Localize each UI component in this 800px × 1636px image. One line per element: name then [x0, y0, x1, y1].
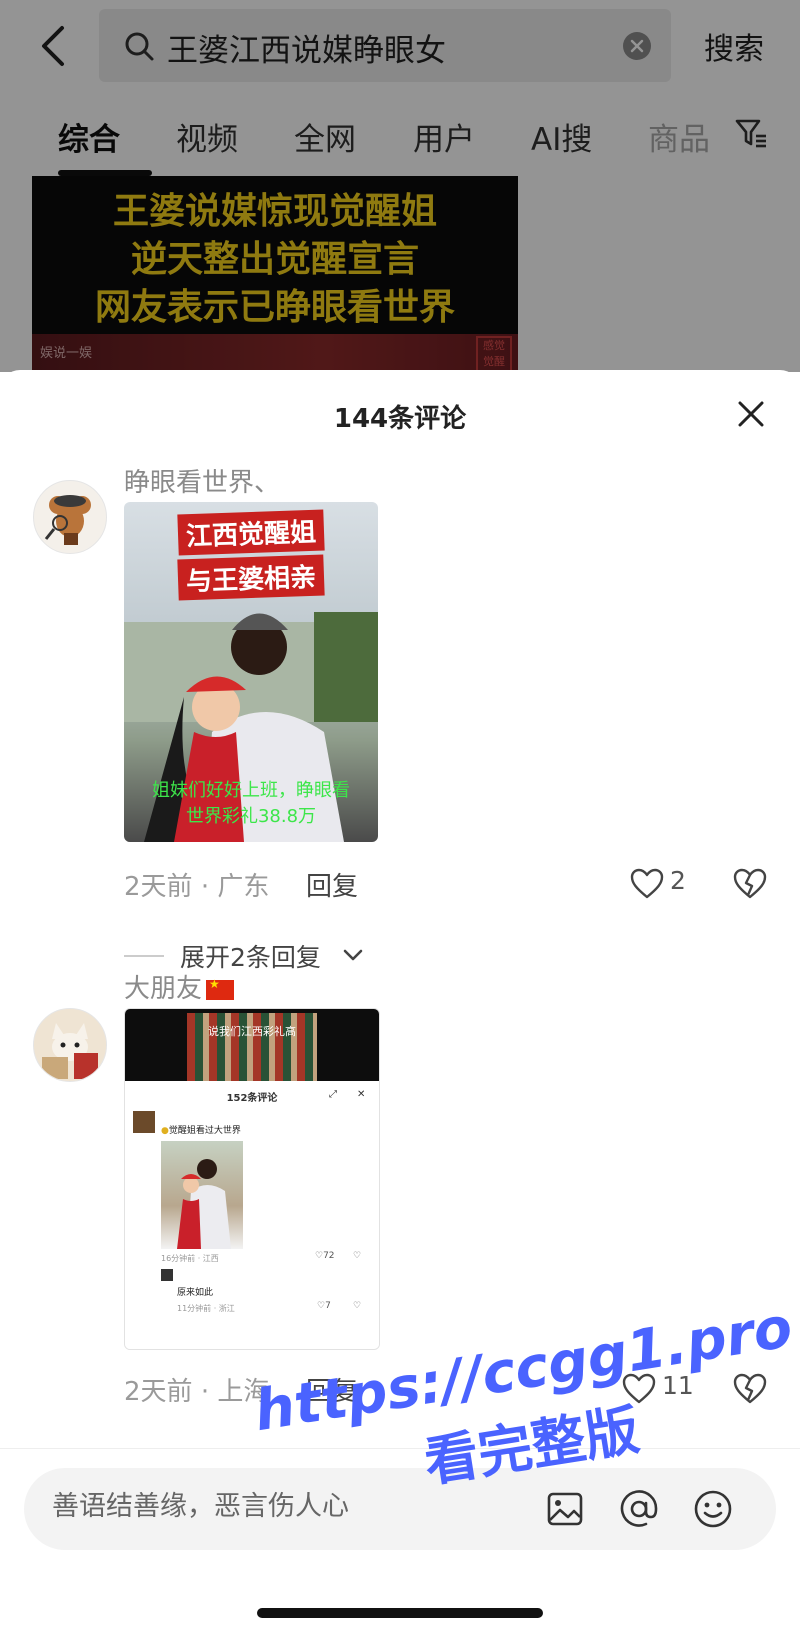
meta-separator: · — [200, 872, 218, 902]
screenshot-comment-text: ●觉醒姐看过大世界 — [161, 1123, 241, 1136]
comment-username-text: 大朋友 — [124, 974, 203, 1004]
comment-count-title: 144条评论 — [333, 404, 467, 434]
heart-icon — [630, 868, 664, 899]
close-icon[interactable] — [735, 398, 767, 430]
comment-image-caption-top: 江西觉醒姐 与王婆相亲 — [124, 509, 378, 601]
comment-meta: 2天前 · 广东 — [124, 866, 269, 903]
screenshot-couple-photo — [177, 1159, 231, 1249]
caption-line: 与王婆相亲 — [177, 554, 325, 601]
cat-avatar-image — [34, 1009, 106, 1081]
chevron-down-icon — [343, 949, 363, 961]
comment-username[interactable]: 大朋友 — [124, 968, 235, 1005]
meta-separator: · — [200, 1377, 218, 1407]
comment-time: 2天前 — [124, 872, 193, 902]
comment-image-caption-bottom: 姐妹们好好上班，睁眼看 世界彩礼38.8万 — [124, 778, 378, 830]
search-results-page: 王婆江西说媒睁眼女 搜索 综合 视频 全网 用户 AI搜 商品 王婆说媒惊现觉醒… — [0, 0, 800, 372]
caption-line: 世界彩礼38.8万 — [185, 806, 317, 827]
comment-time: 2天前 — [124, 1377, 193, 1407]
screenshot-reply-avatar — [161, 1269, 173, 1281]
screenshot-reply-dislike-icon: ♡ — [353, 1301, 362, 1311]
china-flag-icon — [206, 977, 235, 1000]
comment-image[interactable]: 说我们江西彩礼高 152条评论 ✕ ⤢ ●觉醒姐看过大世界 16分钟前 · 江西… — [124, 1008, 380, 1350]
smile-emoji-icon: ● — [161, 1126, 169, 1136]
screenshot-avatar — [133, 1111, 155, 1133]
overlay-dim[interactable] — [0, 0, 800, 372]
caption-line: 江西觉醒姐 — [177, 509, 325, 556]
avatar[interactable] — [33, 480, 107, 554]
screenshot-like-count: 72 — [323, 1251, 335, 1261]
avatar[interactable] — [33, 1008, 107, 1082]
reply-button[interactable]: 回复 — [306, 866, 358, 903]
dislike-button[interactable] — [733, 868, 767, 902]
screenshot-like: ♡72 — [315, 1251, 335, 1261]
like-count: 2 — [670, 866, 686, 895]
screenshot-video-banner: 说我们江西彩礼高 — [125, 1009, 379, 1081]
screenshot-reply-text: 原来如此 — [177, 1288, 214, 1298]
broken-heart-icon — [733, 868, 767, 899]
jerry-mouse-avatar-image — [44, 495, 91, 545]
screenshot-expand-icon: ⤢ — [329, 1089, 337, 1100]
comment-image[interactable]: 江西觉醒姐 与王婆相亲 姐妹们好好上班，睁眼看 世界彩礼38.8万 — [124, 502, 378, 842]
home-indicator[interactable] — [257, 1608, 543, 1618]
screenshot-meta: 16分钟前 · 江西 — [161, 1254, 219, 1263]
screenshot-photo — [161, 1141, 243, 1249]
screenshot-close-icon: ✕ — [357, 1089, 366, 1100]
banner-text: 说我们江西彩礼高 — [208, 1025, 296, 1038]
screenshot-title: 152条评论 — [226, 1093, 278, 1104]
emoji-icon[interactable] — [692, 1488, 734, 1530]
comment-location: 广东 — [217, 872, 270, 902]
like-button[interactable]: 2 — [630, 866, 690, 902]
comment-username[interactable]: 睁眼看世界、 — [124, 462, 280, 499]
at-mention-icon[interactable] — [618, 1488, 660, 1530]
comment-meta: 2天前 · 上海 — [124, 1371, 269, 1408]
screenshot-reply-like: ♡7 — [317, 1301, 331, 1311]
screenshot-comment-line: 觉醒姐看过大世界 — [168, 1126, 241, 1136]
screenshot-comment-panel: 152条评论 ✕ ⤢ ●觉醒姐看过大世界 16分钟前 · 江西 ♡72 ♡ 原来… — [125, 1081, 379, 1349]
screenshot-reply-like-count: 7 — [325, 1301, 331, 1311]
divider — [124, 955, 164, 957]
caption-line: 姐妹们好好上班，睁眼看 — [152, 780, 350, 801]
screenshot-dislike-icon: ♡ — [353, 1251, 362, 1261]
screenshot-reply-meta: 11分钟前 · 浙江 — [177, 1304, 235, 1313]
image-icon[interactable] — [544, 1488, 586, 1530]
